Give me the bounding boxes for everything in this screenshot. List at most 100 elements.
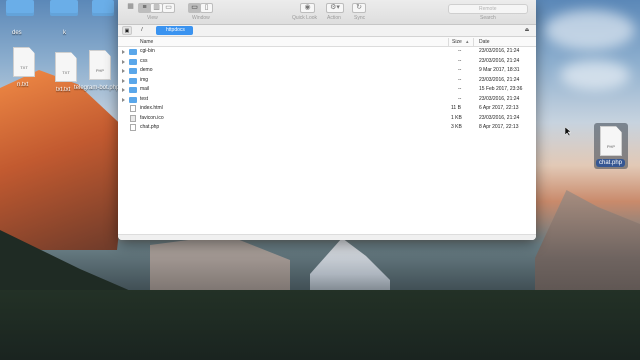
file-date: 23/03/2016, 21:24 xyxy=(479,114,520,121)
eye-icon[interactable]: ◉ xyxy=(300,3,315,13)
file-ext: TXT xyxy=(62,70,70,75)
file-icon xyxy=(130,105,136,112)
disclosure-triangle-icon[interactable] xyxy=(122,59,125,64)
file-size: -- xyxy=(458,95,462,102)
disclosure-triangle-icon[interactable] xyxy=(122,97,125,102)
grid-view-group: ▦ xyxy=(124,3,136,13)
cloud xyxy=(545,10,635,50)
window-label: Window xyxy=(192,15,210,21)
path-current-label: httpdocs xyxy=(166,27,185,33)
file-size: -- xyxy=(458,67,462,73)
toolbar: ▦ ≡ ▥ ▭ View ▭ ▯ Window ◉ Quick Look ⚙▾ Act… xyxy=(118,0,536,25)
disclosure-triangle-icon[interactable] xyxy=(122,78,125,83)
path-root[interactable]: / xyxy=(138,26,146,35)
gear-icon[interactable]: ⚙▾ xyxy=(326,3,344,13)
folder-icon xyxy=(129,96,137,103)
file-name: mail xyxy=(140,86,150,92)
file-name: demo xyxy=(140,67,153,73)
txt-file-icon[interactable]: TXT xyxy=(13,47,35,77)
disclosure-triangle-icon[interactable] xyxy=(122,88,125,92)
eject-icon[interactable]: ⏏ xyxy=(522,26,532,35)
file-icon xyxy=(130,114,136,122)
file-name: css xyxy=(140,57,148,64)
action-group: ⚙▾ xyxy=(326,3,344,13)
file-row[interactable]: chat.php 3 KB 8 Apr 2017, 22:13 xyxy=(118,123,536,133)
desktop-folder-icon[interactable] xyxy=(6,0,34,16)
sort-arrow-icon: ▴ xyxy=(466,39,469,45)
file-date: 15 Feb 2017, 23:36 xyxy=(479,86,523,92)
cursor-icon xyxy=(565,127,571,136)
resize-bar[interactable] xyxy=(118,234,536,240)
file-name: cgi-bin xyxy=(140,48,155,54)
col-size[interactable]: Size xyxy=(452,37,462,47)
file-row[interactable]: favicon.ico 1 KB 23/03/2016, 21:24 xyxy=(118,114,536,124)
search-label: Search xyxy=(480,15,496,21)
col-date[interactable]: Date xyxy=(479,37,490,47)
desktop-folder-label: des xyxy=(12,30,22,36)
window-switch: ▭ ▯ xyxy=(188,3,213,13)
file-date: 23/03/2016, 21:24 xyxy=(479,48,520,54)
folder-icon xyxy=(129,68,137,74)
path-bar: ▣ / httpdocs ⏏ xyxy=(118,25,536,37)
cover-flow-icon[interactable]: ▭ xyxy=(162,3,175,13)
selected-file-label[interactable]: chat.php xyxy=(596,159,626,167)
file-size: 1 KB xyxy=(451,114,462,121)
file-date: 9 Mar 2017, 18:31 xyxy=(479,67,520,73)
file-date: 23/03/2016, 21:24 xyxy=(479,57,520,64)
desktop-folder-icon[interactable] xyxy=(92,0,114,16)
sunlit-cliff xyxy=(0,70,130,250)
dual-pane-icon[interactable]: ▯ xyxy=(200,3,213,13)
file-list: cgi-bin -- 23/03/2016, 21:24 css -- 23/03/201… xyxy=(118,47,536,133)
quicklook-label: Quick Look xyxy=(292,15,318,21)
quicklook-group: ◉ xyxy=(300,3,315,13)
action-label: Action xyxy=(327,15,341,21)
file-date: 6 Apr 2017, 22:13 xyxy=(479,105,519,111)
file-row[interactable]: index.html 11 B 6 Apr 2017, 22:13 xyxy=(118,104,536,114)
search-input[interactable]: Remote xyxy=(448,4,528,14)
file-date: 8 Apr 2017, 22:13 xyxy=(479,124,519,130)
file-icon xyxy=(130,124,136,131)
file-date: 23/03/2016, 21:24 xyxy=(479,76,520,83)
txt-file-icon[interactable]: TXT xyxy=(55,52,77,82)
file-name: test xyxy=(140,95,149,102)
file-size: 11 B xyxy=(451,105,461,111)
column-divider xyxy=(448,38,449,46)
file-row[interactable]: cgi-bin -- 23/03/2016, 21:24 xyxy=(118,47,536,57)
file-date: 23/03/2016, 21:24 xyxy=(479,95,520,102)
file-row[interactable]: css -- 23/03/2016, 21:24 xyxy=(118,57,536,67)
php-file-icon[interactable]: PHP xyxy=(89,50,111,80)
ftp-browser-window: ▦ ≡ ▥ ▭ View ▭ ▯ Window ◉ Quick Look ⚙▾ Act… xyxy=(118,0,536,240)
folder-icon xyxy=(129,87,137,93)
file-size: -- xyxy=(458,76,462,83)
path-current[interactable]: httpdocs xyxy=(156,26,193,35)
desktop-file-label: telegram-bot.php xyxy=(74,85,120,91)
disclosure-triangle-icon[interactable] xyxy=(122,50,125,54)
file-row[interactable]: test -- 23/03/2016, 21:24 xyxy=(118,95,536,105)
column-header: Name Size ▴ Date xyxy=(118,37,536,47)
file-row[interactable]: demo -- 9 Mar 2017, 18:31 xyxy=(118,66,536,76)
disclosure-triangle-icon[interactable] xyxy=(122,69,125,73)
php-file-icon[interactable]: PHP xyxy=(600,126,622,156)
folder-icon xyxy=(129,77,137,84)
file-size: -- xyxy=(458,48,462,54)
drive-icon[interactable]: ▣ xyxy=(122,26,132,35)
file-ext: PHP xyxy=(606,144,616,149)
cloud xyxy=(560,60,630,90)
file-size: 3 KB xyxy=(451,124,462,130)
view-label: View xyxy=(147,15,158,21)
desktop-file-label: txt.txt xyxy=(56,87,71,93)
file-row[interactable]: mail -- 15 Feb 2017, 23:36 xyxy=(118,85,536,95)
snowy-peak xyxy=(310,238,390,298)
desktop-folder-label: k xyxy=(63,30,66,36)
desktop-folder-icon[interactable] xyxy=(50,0,78,16)
file-ext: PHP xyxy=(95,68,105,73)
grid-icon[interactable]: ▦ xyxy=(124,3,137,13)
sync-icon[interactable]: ↻ xyxy=(352,3,366,13)
file-row[interactable]: img -- 23/03/2016, 21:24 xyxy=(118,76,536,86)
file-name: index.html xyxy=(140,105,163,111)
sync-group: ↻ xyxy=(352,3,366,13)
column-divider xyxy=(473,38,474,46)
file-name: chat.php xyxy=(140,124,160,130)
file-size: -- xyxy=(458,86,462,92)
col-name[interactable]: Name xyxy=(140,37,153,47)
